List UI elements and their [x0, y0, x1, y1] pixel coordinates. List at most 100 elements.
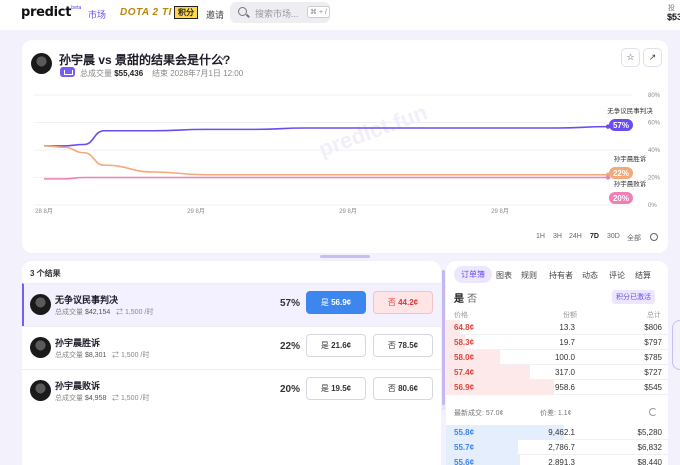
outcome-avatar	[30, 337, 51, 358]
buy-no-button[interactable]: 否 78.5¢	[373, 334, 433, 357]
ask-total: $797	[644, 338, 662, 347]
star-icon[interactable]: ☆	[621, 48, 640, 67]
market-end-date: 结束 2028年7月1日 12:00	[152, 69, 244, 78]
tab-holders[interactable]: 持有者	[549, 270, 573, 281]
rate-icon: ⇄	[112, 395, 121, 402]
bid-price: 55.7¢	[454, 443, 475, 452]
series-end-point	[605, 175, 611, 180]
share-icon[interactable]: ↗	[643, 48, 662, 67]
outcome-avatar	[30, 380, 51, 401]
timeframe-全部[interactable]: 全部	[627, 233, 641, 243]
volume-icon	[60, 67, 75, 77]
ask-shares: 19.7	[559, 338, 575, 347]
side-panel-edge[interactable]	[672, 320, 680, 370]
bid-price: 55.8¢	[454, 428, 475, 437]
gear-icon[interactable]	[650, 233, 658, 241]
outcome-avatar	[30, 294, 51, 315]
series-name-label: 孙宇晨败诉	[614, 179, 647, 188]
nav-invite-link[interactable]: 邀请	[206, 8, 224, 21]
outcome-volume: 总成交量 $42,154	[55, 309, 111, 316]
last-trade-price: 最新成交: 57.0¢	[454, 410, 504, 417]
bid-total: $5,280	[637, 428, 662, 437]
tab-activity[interactable]: 动态	[582, 270, 598, 281]
x-tick-label: 29 8月	[339, 208, 357, 215]
points-active-badge: 积分已激活	[612, 290, 655, 304]
buy-no-button[interactable]: 否 80.6¢	[373, 377, 433, 400]
ask-price: 57.4¢	[454, 368, 475, 377]
ask-price: 56.9¢	[454, 383, 475, 392]
bid-shares: 9,462.1	[548, 428, 575, 437]
nav-points-link[interactable]: 积分	[174, 6, 198, 19]
outcome-probability: 20%	[280, 384, 301, 395]
buy-yes-button[interactable]: 是 56.9¢	[306, 291, 366, 314]
orderbook-header-price: 价格	[454, 312, 468, 319]
buy-no-button[interactable]: 否 44.2¢	[373, 291, 433, 314]
tab-orderbook[interactable]: 订单簿	[454, 266, 492, 283]
x-tick-label: 29 8月	[187, 208, 205, 215]
outcome-name: 无争议民事判决	[55, 295, 119, 305]
y-tick-label: 80%	[648, 93, 661, 99]
outcome-volume: 总成交量 $8,301	[55, 352, 107, 359]
bid-shares: 2,891.3	[548, 458, 575, 465]
spread: 价差: 1.1¢	[540, 410, 572, 417]
tab-settlement[interactable]: 结算	[635, 270, 651, 281]
top-bar: predictbeta 市场 DOTA 2 TI 积分 邀请 搜索市场... ⌘…	[0, 0, 680, 30]
buy-yes-button[interactable]: 是 21.6¢	[306, 334, 366, 357]
ask-price: 58.3¢	[454, 338, 475, 347]
ask-shares: 958.6	[554, 383, 575, 392]
nav-markets-link[interactable]: 市场	[88, 8, 106, 21]
nav-dota-link[interactable]: DOTA 2 TI	[120, 7, 172, 18]
y-tick-label: 0%	[648, 203, 657, 209]
market-volume: 总成交量 $55,436	[80, 69, 144, 78]
search-icon	[238, 7, 247, 16]
buy-yes-button[interactable]: 是 19.5¢	[306, 377, 366, 400]
series-name-label: 无争议民事判决	[607, 106, 653, 115]
outcome-name: 孙宇晨败诉	[55, 381, 101, 391]
y-tick-label: 60%	[648, 121, 661, 127]
outcome-probability: 57%	[280, 298, 301, 309]
tab-comments[interactable]: 评论	[609, 270, 625, 281]
series-name-label: 孙宇晨胜诉	[614, 154, 647, 163]
timeframe-1h[interactable]: 1H	[536, 233, 545, 240]
series-value-label: 20%	[613, 194, 629, 203]
portfolio-value[interactable]: $53	[667, 12, 680, 22]
y-tick-label: 40%	[648, 148, 661, 154]
search-shortcut: ⌘ + /	[307, 6, 330, 18]
bid-price: 55.6¢	[454, 458, 475, 465]
ask-total: $727	[644, 368, 662, 377]
outcome-probability: 22%	[280, 341, 301, 352]
ask-shares: 317.0	[554, 368, 575, 377]
y-tick-label: 20%	[648, 176, 661, 182]
outcome-rate: ⇄ 1,500 /时	[112, 395, 150, 402]
search-input[interactable]: 搜索市场... ⌘ + /	[230, 2, 330, 23]
ask-shares: 13.3	[559, 323, 575, 332]
series-value-label: 57%	[613, 121, 629, 130]
tab-rules[interactable]: 规则	[521, 270, 537, 281]
outcome-rate: ⇄ 1,500 /时	[116, 309, 154, 316]
orderbook-yes-toggle[interactable]: 是	[454, 290, 464, 305]
outcomes-count: 3 个结果	[30, 269, 61, 278]
outcome-name: 孙宇晨胜诉	[55, 338, 101, 348]
x-tick-label: 29 8月	[491, 208, 509, 215]
series-value-label: 22%	[613, 169, 629, 178]
timeframe-3h[interactable]: 3H	[553, 233, 562, 240]
orderbook-header-shares: 份额	[563, 312, 577, 319]
ask-total: $785	[644, 353, 662, 362]
refresh-icon[interactable]	[649, 408, 657, 416]
ask-total: $806	[644, 323, 662, 332]
outcome-rate: ⇄ 1,500 /时	[112, 352, 150, 359]
tab-chart[interactable]: 图表	[496, 270, 512, 281]
scrollbar-thumb[interactable]	[442, 270, 445, 405]
resize-handle[interactable]	[320, 255, 370, 258]
timeframe-7d[interactable]: 7D	[590, 233, 599, 240]
timeframe-24h[interactable]: 24H	[569, 233, 582, 240]
predict-logo[interactable]: predictbeta	[21, 5, 82, 20]
ask-price: 64.8¢	[454, 323, 475, 332]
rate-icon: ⇄	[112, 352, 121, 359]
ask-total: $545	[644, 383, 662, 392]
outcome-volume: 总成交量 $4,958	[55, 395, 107, 402]
ask-price: 58.0¢	[454, 353, 475, 362]
price-chart: predict.fun 28 8月 29 8月 29 8月 29 8月 80% 60% 4…	[34, 93, 661, 215]
timeframe-30d[interactable]: 30D	[607, 233, 620, 240]
orderbook-no-toggle[interactable]: 否	[467, 290, 477, 305]
